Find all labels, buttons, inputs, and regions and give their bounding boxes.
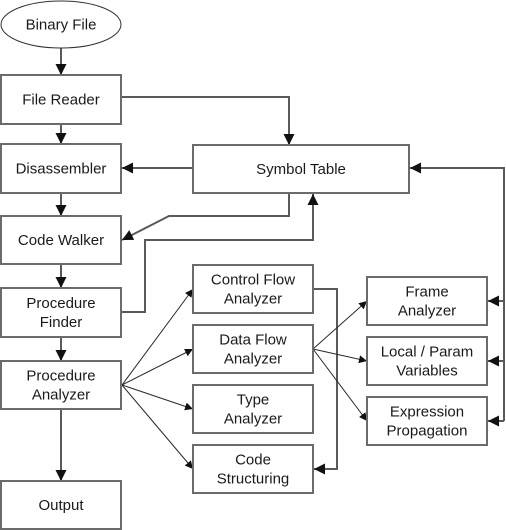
edge-control-flow-analyzer-to-code-structuring <box>313 288 338 475</box>
node-procedure-finder: Procedure Finder <box>0 287 122 338</box>
edge-procedure-analyzer-to-data-flow-analyzer <box>121 348 194 386</box>
node-binary-file: Binary File <box>0 0 122 49</box>
node-symbol-table: Symbol Table <box>192 144 410 194</box>
node-label: Binary File <box>26 17 97 34</box>
node-expression-propagation: Expression Propagation <box>366 396 488 446</box>
node-label: Analyzer <box>224 351 282 368</box>
node-label: Frame <box>405 284 448 301</box>
node-label: Data Flow <box>219 332 287 349</box>
node-procedure-analyzer: Procedure Analyzer <box>0 360 122 410</box>
node-label: Code <box>235 452 271 469</box>
node-type-analyzer: Type Analyzer <box>192 384 314 434</box>
node-label: File Reader <box>22 92 100 109</box>
node-code-structuring: Code Structuring <box>192 444 314 494</box>
node-label: Local / Param <box>381 344 474 361</box>
edge-file-reader-to-symbol-table <box>121 96 295 145</box>
node-disassembler: Disassembler <box>0 143 122 194</box>
architecture-diagram: Binary File File Reader Disassembler Symbol… <box>0 0 505 530</box>
edge-procedure-analyzer-to-code-structuring <box>121 384 194 470</box>
node-local-param-variables: Local / Param Variables <box>366 336 488 386</box>
node-code-walker: Code Walker <box>0 215 122 265</box>
node-output: Output <box>0 480 122 530</box>
node-label: Expression <box>390 404 464 421</box>
node-file-reader: File Reader <box>0 74 122 125</box>
edge-data-flow-analyzer-to-frame-analyzer <box>312 300 368 350</box>
edge-data-flow-analyzer-to-expression-propagation <box>312 348 368 422</box>
node-label: Procedure <box>26 368 95 385</box>
node-label: Type <box>237 392 270 409</box>
node-control-flow-analyzer: Control Flow Analyzer <box>192 264 314 314</box>
nodes: Binary File File Reader Disassembler Symbol… <box>0 0 488 530</box>
node-label: Code Walker <box>18 232 104 249</box>
node-label: Finder <box>40 314 83 331</box>
node-label: Analyzer <box>32 387 90 404</box>
node-label: Propagation <box>387 423 468 440</box>
node-label: Structuring <box>217 471 290 488</box>
node-label: Control Flow <box>211 272 295 289</box>
node-data-flow-analyzer: Data Flow Analyzer <box>192 324 314 374</box>
node-label: Analyzer <box>224 291 282 308</box>
edge-procedure-analyzer-to-control-flow-analyzer <box>121 288 194 386</box>
edge-symbol-table-to-code-walker <box>121 193 290 241</box>
node-label: Analyzer <box>224 411 282 428</box>
node-frame-analyzer: Frame Analyzer <box>366 276 488 326</box>
node-label: Symbol Table <box>256 161 346 178</box>
node-label: Analyzer <box>398 303 456 320</box>
node-label: Disassembler <box>16 161 107 178</box>
node-label: Procedure <box>26 295 95 312</box>
node-label: Output <box>38 497 84 514</box>
node-label: Variables <box>396 363 457 380</box>
